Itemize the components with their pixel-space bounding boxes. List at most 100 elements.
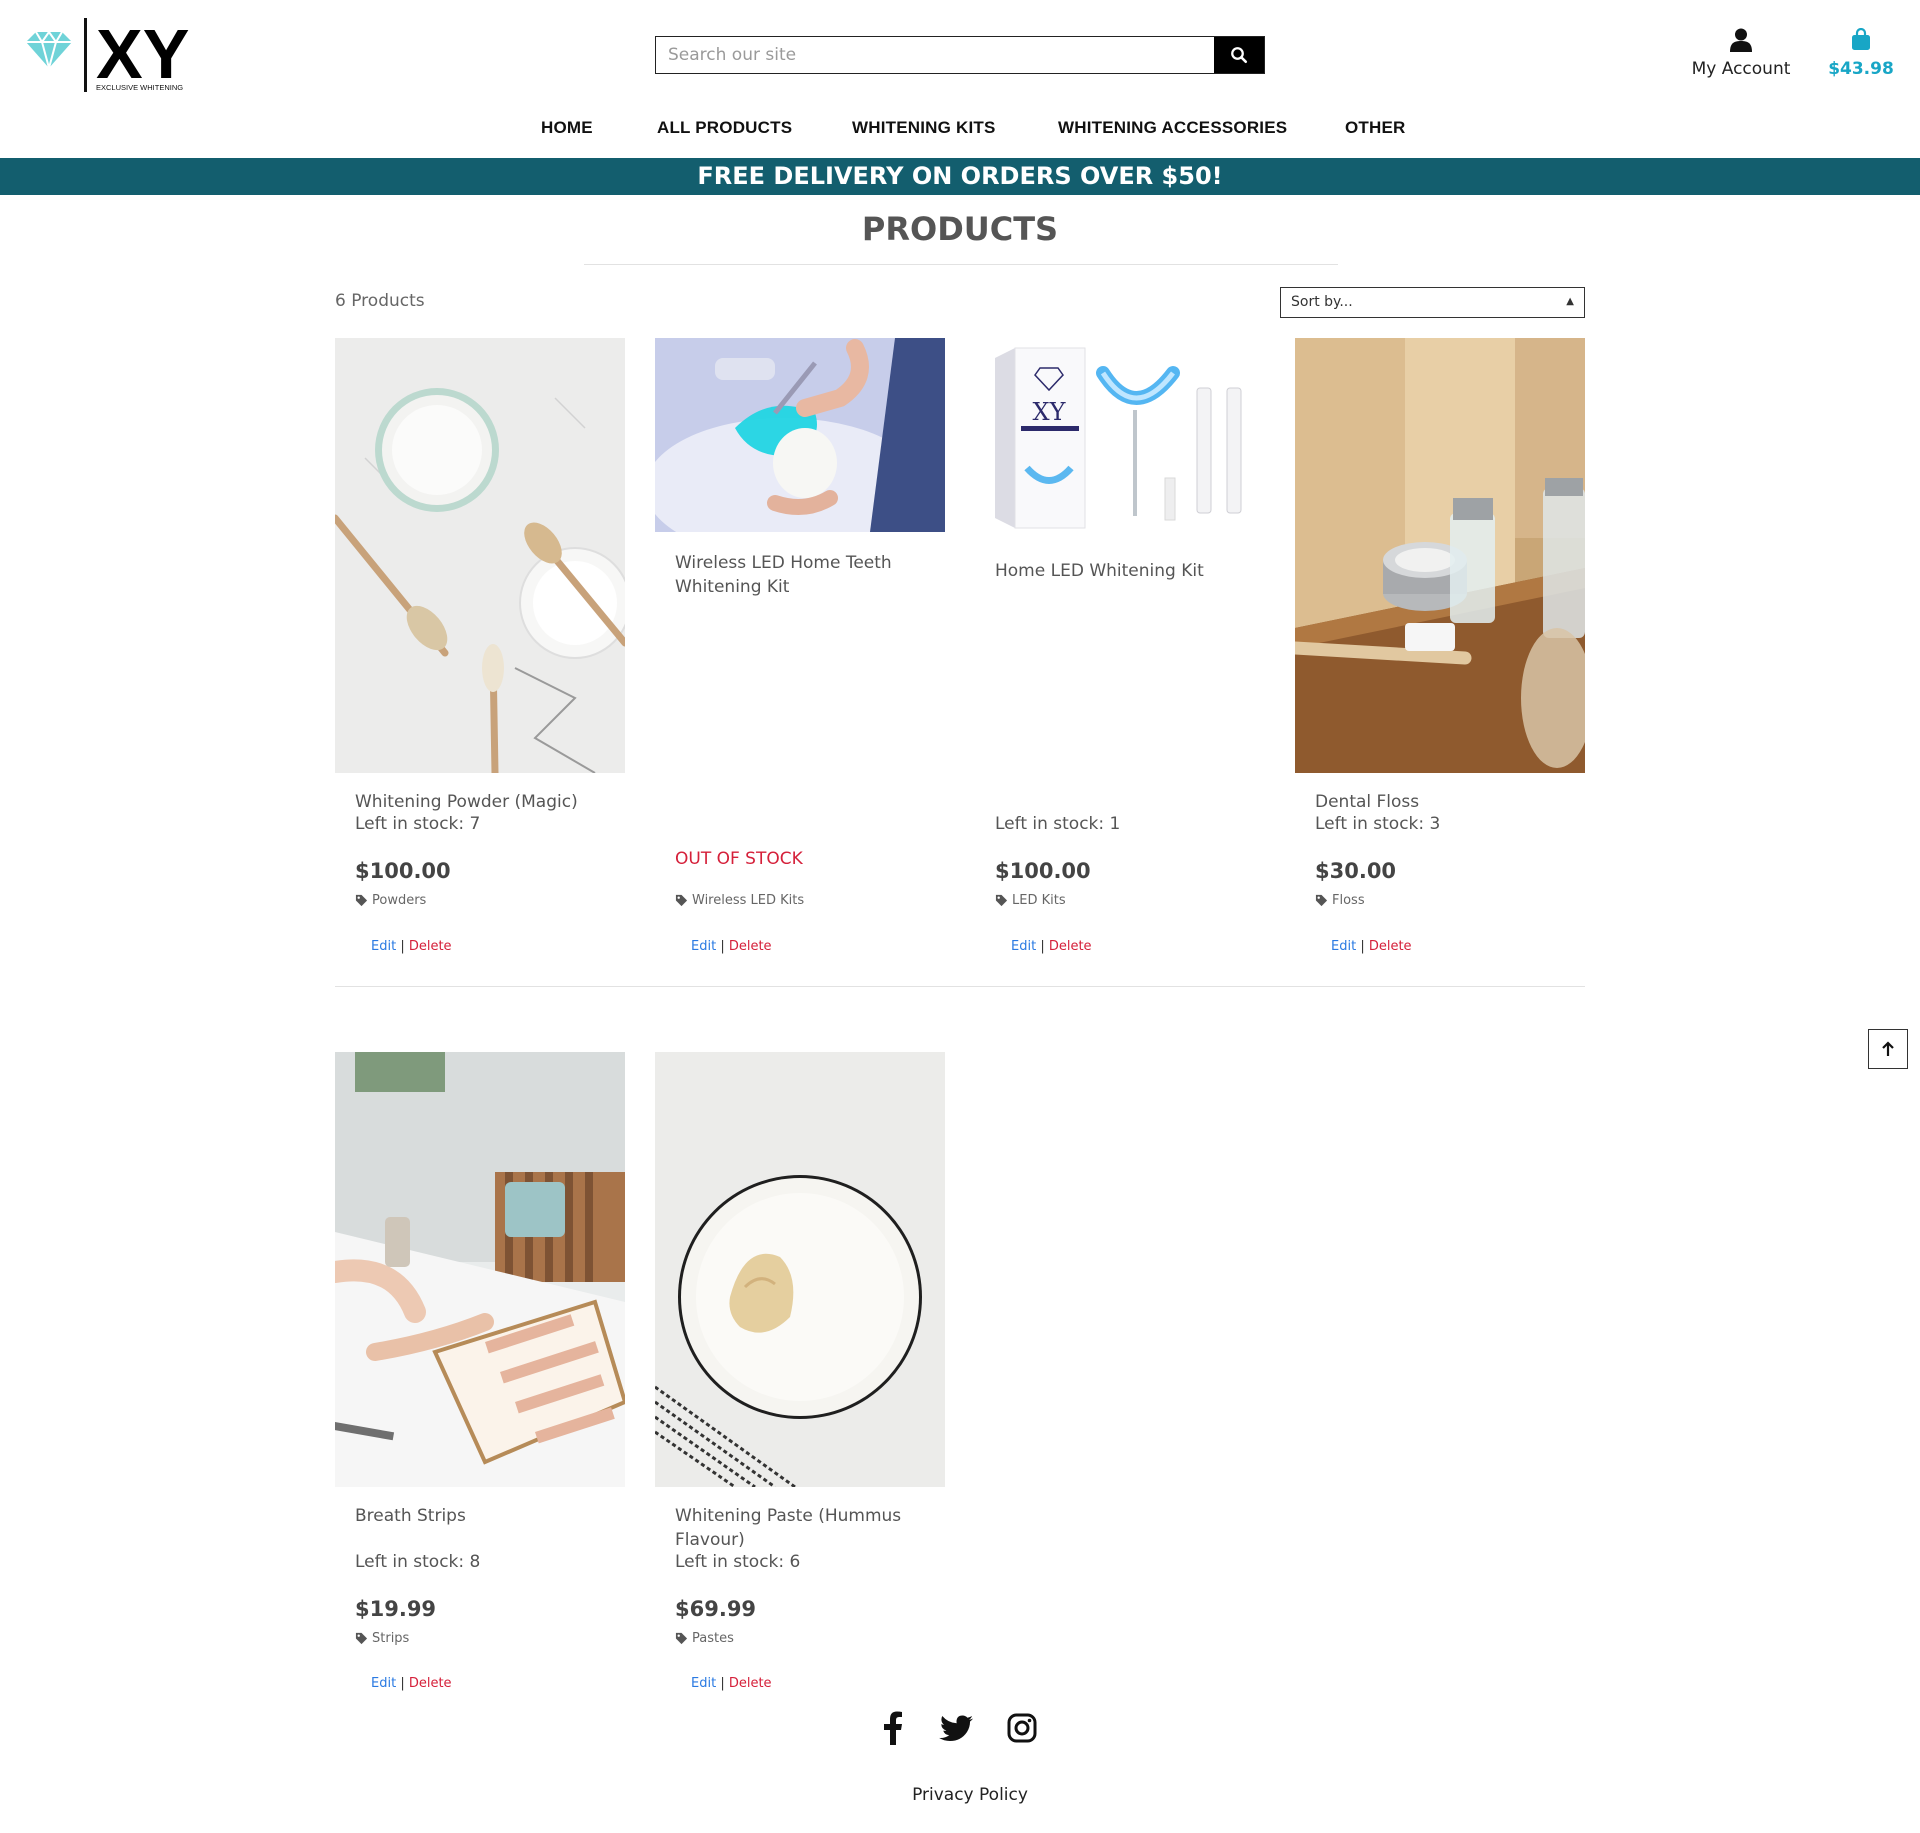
delete-link[interactable]: Delete (729, 1676, 772, 1691)
tag-icon (1315, 894, 1328, 907)
search-button[interactable] (1214, 37, 1264, 73)
diamond-logo-icon (26, 30, 72, 72)
product-image[interactable] (1295, 338, 1585, 773)
product-name[interactable]: Breath Strips (355, 1504, 605, 1528)
sort-select-label: Sort by... (1291, 294, 1353, 310)
product-category-link[interactable]: LED Kits (995, 893, 1066, 908)
product-name[interactable]: Dental Floss (1315, 790, 1565, 814)
back-to-top-button[interactable] (1868, 1029, 1908, 1069)
arrow-up-icon (1882, 1041, 1894, 1056)
tag-icon (675, 894, 688, 907)
facebook-link[interactable] (878, 1708, 908, 1748)
product-category: Floss (1332, 893, 1365, 908)
product-actions: Edit | Delete (1331, 939, 1412, 954)
product-card: Breath Strips Left in stock: 8 $19.99 St… (335, 1052, 625, 1702)
product-category: Powders (372, 893, 427, 908)
logo-tagline: EXCLUSIVE WHITENING (96, 83, 183, 92)
my-account-link[interactable]: My Account (1686, 28, 1796, 79)
delete-link[interactable]: Delete (1369, 939, 1412, 954)
nav-whitening-kits[interactable]: WHITENING KITS (852, 118, 996, 138)
product-category-link[interactable]: Floss (1315, 893, 1365, 908)
product-category-link[interactable]: Pastes (675, 1631, 734, 1646)
logo-wordmark: XY (96, 16, 189, 93)
product-price: $30.00 (1315, 859, 1397, 883)
site-logo[interactable]: XY EXCLUSIVE WHITENING (24, 15, 224, 96)
nav-whitening-accessories[interactable]: WHITENING ACCESSORIES (1058, 118, 1287, 138)
product-category: Pastes (692, 1631, 734, 1646)
search-input[interactable] (656, 37, 1214, 73)
nav-other[interactable]: OTHER (1345, 118, 1406, 138)
product-actions: Edit | Delete (1011, 939, 1092, 954)
tag-icon (355, 1632, 368, 1645)
shopping-bag-icon (1852, 27, 1870, 50)
search-icon (1231, 47, 1248, 64)
twitter-link[interactable] (938, 1708, 974, 1748)
tag-icon (355, 894, 368, 907)
product-stock: Left in stock: 3 (1315, 814, 1441, 834)
product-actions: Edit | Delete (371, 939, 452, 954)
tag-icon (675, 1632, 688, 1645)
product-actions: Edit | Delete (371, 1676, 452, 1691)
instagram-icon (1007, 1713, 1037, 1743)
product-name[interactable]: Wireless LED Home Teeth Whitening Kit (675, 551, 925, 599)
product-image[interactable] (655, 338, 945, 532)
product-price: $69.99 (675, 1597, 757, 1621)
twitter-icon (939, 1715, 973, 1741)
product-image[interactable] (655, 1052, 945, 1487)
edit-link[interactable]: Edit (371, 939, 396, 954)
product-name[interactable]: Whitening Powder (Magic) (355, 790, 605, 814)
product-actions: Edit | Delete (691, 939, 772, 954)
title-divider (584, 264, 1338, 265)
privacy-policy-link[interactable]: Privacy Policy (0, 1785, 1920, 1805)
edit-link[interactable]: Edit (691, 1676, 716, 1691)
sort-select[interactable]: Sort by... ▲ (1280, 287, 1585, 318)
product-stock: Left in stock: 6 (675, 1552, 801, 1572)
product-card: Whitening Powder (Magic) Left in stock: … (335, 338, 625, 958)
delete-link[interactable]: Delete (409, 939, 452, 954)
delete-link[interactable]: Delete (1049, 939, 1092, 954)
product-card: XY Home LED Whitening Kit Left in stock:… (975, 338, 1265, 958)
user-icon (1730, 28, 1752, 52)
nav-home[interactable]: HOME (541, 118, 593, 138)
product-category-link[interactable]: Powders (355, 893, 426, 908)
product-card: Dental Floss Left in stock: 3 $30.00 Flo… (1295, 338, 1585, 958)
row-divider (335, 986, 1585, 987)
free-delivery-banner: FREE DELIVERY ON ORDERS OVER $50! (0, 158, 1920, 195)
product-name[interactable]: Home LED Whitening Kit (995, 559, 1245, 583)
search-bar (655, 36, 1265, 74)
product-actions: Edit | Delete (691, 1676, 772, 1691)
delete-link[interactable]: Delete (409, 1676, 452, 1691)
product-stock: Left in stock: 8 (355, 1552, 481, 1572)
page-title: PRODUCTS (861, 210, 1059, 248)
kit-box-logo: XY (1033, 398, 1067, 426)
cart-link[interactable]: $43.98 (1824, 27, 1898, 79)
edit-link[interactable]: Edit (691, 939, 716, 954)
out-of-stock-label: OUT OF STOCK (675, 849, 803, 869)
edit-link[interactable]: Edit (1331, 939, 1356, 954)
product-price: $19.99 (355, 1597, 437, 1621)
product-count: 6 Products (335, 291, 425, 311)
delete-link[interactable]: Delete (729, 939, 772, 954)
product-category: LED Kits (1012, 893, 1066, 908)
product-price: $100.00 (355, 859, 451, 883)
facebook-icon (884, 1711, 902, 1745)
nav-all-products[interactable]: ALL PRODUCTS (657, 118, 792, 138)
product-category-link[interactable]: Strips (355, 1631, 409, 1646)
product-price: $100.00 (995, 859, 1091, 883)
cart-total: $43.98 (1828, 59, 1894, 79)
product-image[interactable]: XY (975, 338, 1265, 538)
main-nav: HOME ALL PRODUCTS WHITENING KITS WHITENI… (0, 118, 1920, 142)
instagram-link[interactable] (1006, 1708, 1038, 1748)
product-category: Strips (372, 1631, 410, 1646)
product-card: Whitening Paste (Hummus Flavour) Left in… (655, 1052, 945, 1702)
edit-link[interactable]: Edit (1011, 939, 1036, 954)
product-image[interactable] (335, 1052, 625, 1487)
product-name[interactable]: Whitening Paste (Hummus Flavour) (675, 1504, 925, 1552)
edit-link[interactable]: Edit (371, 1676, 396, 1691)
product-image[interactable] (335, 338, 625, 773)
product-category-link[interactable]: Wireless LED Kits (675, 893, 804, 908)
my-account-label: My Account (1691, 59, 1791, 79)
product-category: Wireless LED Kits (692, 893, 805, 908)
product-card: Wireless LED Home Teeth Whitening Kit OU… (655, 338, 945, 958)
tag-icon (995, 894, 1008, 907)
